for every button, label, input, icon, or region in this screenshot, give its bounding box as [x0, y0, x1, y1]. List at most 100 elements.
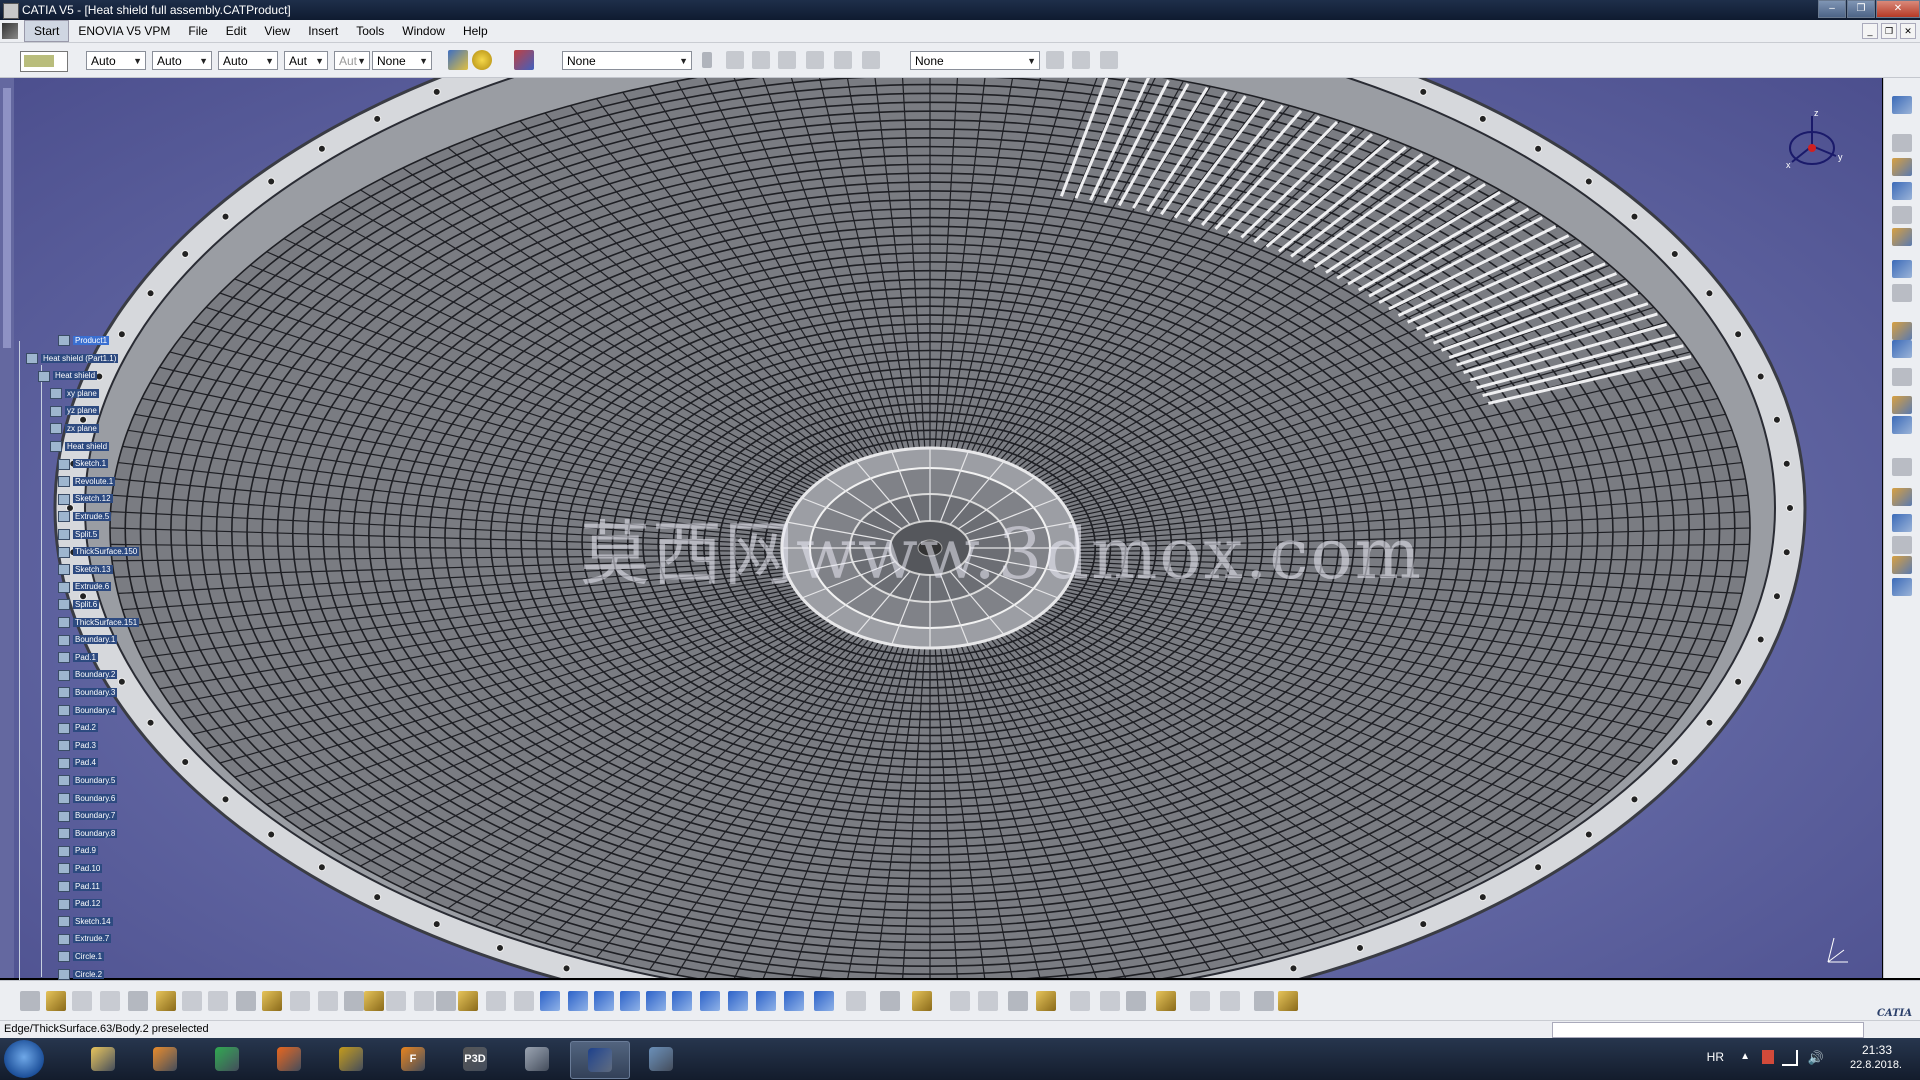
property-combo-3[interactable]: Auto ▼: [218, 51, 278, 70]
taskbar-app-app-eagle[interactable]: [322, 1041, 380, 1077]
right-tool-icon[interactable]: [1892, 396, 1912, 414]
right-tool-icon[interactable]: [1892, 368, 1912, 386]
bottom-tool-icon[interactable]: [436, 991, 456, 1011]
tree-node[interactable]: Heat shield: [50, 440, 110, 452]
bottom-tool-icon[interactable]: [646, 991, 666, 1011]
bottom-tool-icon[interactable]: [236, 991, 256, 1011]
bottom-tool-icon[interactable]: [784, 991, 804, 1011]
network-icon[interactable]: [1782, 1050, 1798, 1066]
clock-date[interactable]: 22.8.2018.: [1850, 1059, 1902, 1071]
tree-node[interactable]: Circle.2: [58, 968, 105, 980]
tool-icon-c[interactable]: [1100, 51, 1118, 69]
right-tool-icon[interactable]: [1892, 458, 1912, 476]
filter-icon-4[interactable]: [806, 51, 824, 69]
filter-select[interactable]: None ▼: [910, 51, 1040, 70]
bottom-tool-icon[interactable]: [568, 991, 588, 1011]
bottom-tool-icon[interactable]: [1190, 991, 1210, 1011]
right-tool-icon[interactable]: [1892, 340, 1912, 358]
right-tool-icon[interactable]: [1892, 556, 1912, 574]
tree-node[interactable]: Pad.3: [58, 740, 98, 752]
tree-node[interactable]: Boundary.5: [58, 775, 118, 787]
bottom-tool-icon[interactable]: [386, 991, 406, 1011]
menu-item-tools[interactable]: Tools: [347, 20, 393, 42]
right-tool-icon[interactable]: [1892, 578, 1912, 596]
tree-node[interactable]: ThickSurface.151: [58, 616, 140, 628]
bottom-tool-icon[interactable]: [728, 991, 748, 1011]
filter-icon-6[interactable]: [862, 51, 880, 69]
property-combo-6[interactable]: None ▼: [372, 51, 432, 70]
bottom-tool-icon[interactable]: [100, 991, 120, 1011]
property-combo-4[interactable]: Aut ▼: [284, 51, 328, 70]
right-tool-icon[interactable]: [1892, 206, 1912, 224]
close-button[interactable]: ✕: [1876, 0, 1920, 18]
bottom-tool-icon[interactable]: [262, 991, 282, 1011]
tree-node[interactable]: Boundary.7: [58, 810, 118, 822]
menu-item-edit[interactable]: Edit: [217, 20, 256, 42]
bottom-tool-icon[interactable]: [880, 991, 900, 1011]
tree-node[interactable]: Pad.10: [58, 863, 103, 875]
tree-node[interactable]: Sketch.1: [58, 458, 109, 470]
bottom-tool-icon[interactable]: [1008, 991, 1028, 1011]
document-menu-icon[interactable]: [2, 23, 18, 39]
tree-node[interactable]: Revolute.1: [58, 476, 116, 488]
tree-node[interactable]: zx plane: [50, 423, 99, 435]
bottom-tool-icon[interactable]: [20, 991, 40, 1011]
bottom-tool-icon[interactable]: [1070, 991, 1090, 1011]
tree-node[interactable]: Split.5: [58, 528, 100, 540]
right-tool-icon[interactable]: [1892, 96, 1912, 114]
tree-node[interactable]: Pad.9: [58, 845, 98, 857]
bottom-tool-icon[interactable]: [978, 991, 998, 1011]
clock-time[interactable]: 21:33: [1862, 1043, 1892, 1057]
bottom-tool-icon[interactable]: [620, 991, 640, 1011]
language-indicator[interactable]: HR: [1707, 1050, 1724, 1064]
taskbar-app-airplane[interactable]: [508, 1041, 566, 1077]
pin-icon[interactable]: [702, 52, 712, 68]
doc-close-button[interactable]: ✕: [1900, 23, 1916, 39]
taskbar-app-chrome[interactable]: [198, 1041, 256, 1077]
taskbar-app-explorer[interactable]: [74, 1041, 132, 1077]
viewport-scrollbar[interactable]: [0, 78, 14, 978]
tree-node[interactable]: Extrude.7: [58, 933, 112, 945]
right-tool-icon[interactable]: [1892, 228, 1912, 246]
command-input[interactable]: [1552, 1022, 1864, 1038]
taskbar-app-app-plane2[interactable]: [632, 1041, 690, 1077]
bottom-tool-icon[interactable]: [318, 991, 338, 1011]
tree-node[interactable]: Product1: [58, 335, 110, 347]
bottom-tool-icon[interactable]: [846, 991, 866, 1011]
properties-icon[interactable]: [514, 50, 534, 70]
tree-node[interactable]: Boundary.2: [58, 669, 118, 681]
menu-item-start[interactable]: Start: [24, 20, 70, 42]
bottom-tool-icon[interactable]: [950, 991, 970, 1011]
menu-item-help[interactable]: Help: [454, 20, 497, 42]
filter-icon-2[interactable]: [752, 51, 770, 69]
right-tool-icon[interactable]: [1892, 182, 1912, 200]
property-combo-2[interactable]: Auto ▼: [152, 51, 212, 70]
tree-node[interactable]: Heat shield: [38, 370, 98, 382]
bottom-tool-icon[interactable]: [1156, 991, 1176, 1011]
tree-node[interactable]: Boundary.3: [58, 687, 118, 699]
bottom-tool-icon[interactable]: [72, 991, 92, 1011]
tree-node[interactable]: Pad.11: [58, 880, 102, 892]
tree-node[interactable]: Extrude.5: [58, 511, 112, 523]
right-tool-icon[interactable]: [1892, 284, 1912, 302]
bottom-tool-icon[interactable]: [182, 991, 202, 1011]
right-tool-icon[interactable]: [1892, 158, 1912, 176]
bottom-tool-icon[interactable]: [1220, 991, 1240, 1011]
right-tool-icon[interactable]: [1892, 488, 1912, 506]
bottom-tool-icon[interactable]: [756, 991, 776, 1011]
tree-node[interactable]: Boundary.1: [58, 634, 118, 646]
bottom-tool-icon[interactable]: [1278, 991, 1298, 1011]
volume-icon[interactable]: 🔊: [1808, 1050, 1824, 1066]
compass-widget[interactable]: z y x: [1774, 106, 1854, 186]
bottom-tool-icon[interactable]: [364, 991, 384, 1011]
right-tool-icon[interactable]: [1892, 134, 1912, 152]
tree-node[interactable]: Boundary.6: [58, 792, 118, 804]
painter-icon[interactable]: [448, 50, 468, 70]
menu-item-insert[interactable]: Insert: [299, 20, 347, 42]
tree-node[interactable]: Extrude.6: [58, 581, 112, 593]
right-tool-icon[interactable]: [1892, 536, 1912, 554]
right-tool-icon[interactable]: [1892, 260, 1912, 278]
bottom-tool-icon[interactable]: [1126, 991, 1146, 1011]
tree-node[interactable]: Pad.2: [58, 722, 98, 734]
tree-node[interactable]: Pad.1: [58, 652, 98, 664]
